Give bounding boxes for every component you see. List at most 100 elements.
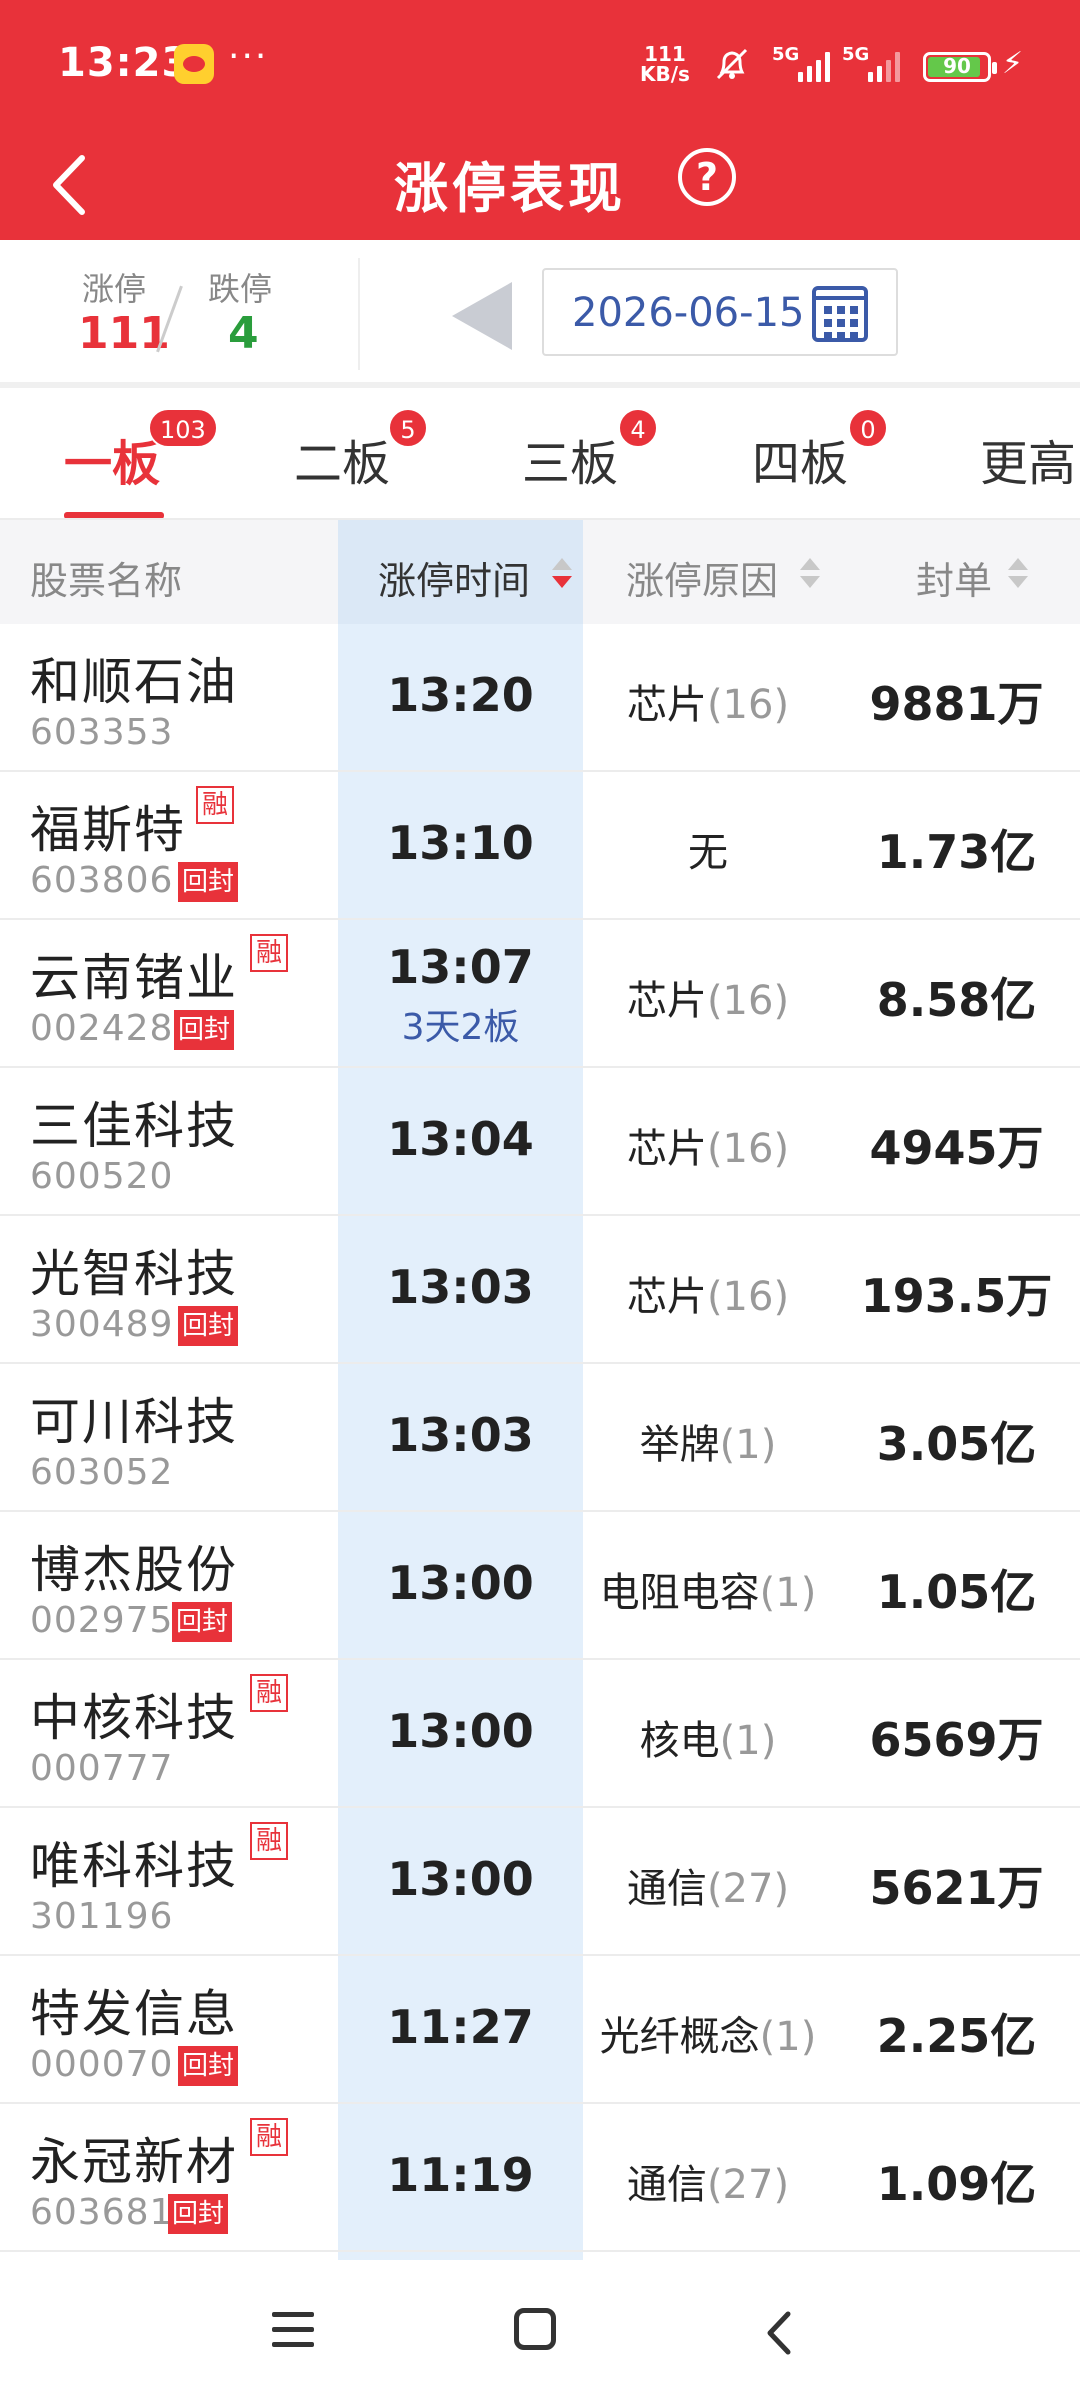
reseal-tag: 回封: [174, 1010, 235, 1050]
reason-count: (16): [706, 1126, 790, 1172]
reason-count: (16): [706, 1274, 790, 1320]
table-header: 股票名称 涨停时间 涨停原因 封单: [0, 520, 1080, 624]
reason-text: 芯片: [626, 682, 707, 728]
table-row[interactable]: 福斯特 融 603806 回封 13:10 无 1.73亿: [0, 772, 1080, 920]
top-bar: 13:23 ··· 111 KB/s 5G 5G 90 ⚡ 涨停表现 ?: [0, 0, 1080, 240]
margin-tag: 融: [250, 1674, 288, 1712]
margin-tag: 融: [250, 2118, 288, 2156]
tab-label: 四板: [752, 436, 849, 492]
limit-up-reason: 无: [583, 820, 833, 878]
limit-up-time: 11:19: [387, 2148, 534, 2202]
signal-5g-label-1: 5G: [772, 44, 800, 65]
table-row[interactable]: 特发信息 000070 回封 11:27 光纤概念(1) 2.25亿: [0, 1956, 1080, 2104]
tab-label: 三板: [522, 436, 619, 492]
table-row[interactable]: 三佳科技 600520 13:04 芯片(16) 4945万: [0, 1068, 1080, 1216]
col-header-seal[interactable]: 封单: [916, 550, 992, 605]
reason-count: (1): [759, 2014, 817, 2060]
signal-bars-2-icon: [868, 50, 900, 82]
stock-name: 光智科技: [30, 1245, 238, 1303]
help-icon[interactable]: ?: [678, 148, 736, 206]
stock-code: 300489: [30, 1304, 174, 1345]
tab-board-3[interactable]: 三板: [522, 424, 618, 494]
table-row[interactable]: 博杰股份 002975 回封 13:00 电阻电容(1) 1.05亿: [0, 1512, 1080, 1660]
reason-text: 通信: [626, 2162, 707, 2208]
reason-count: (16): [706, 978, 790, 1024]
stock-name: 中核科技: [30, 1689, 238, 1747]
tab-badge: 103: [148, 408, 218, 448]
table-row[interactable]: 中核科技 融 000777 13:00 核电(1) 6569万: [0, 1660, 1080, 1808]
limit-up-label: 涨停: [82, 270, 147, 308]
limit-up-reason: 通信(27): [583, 1856, 833, 1914]
stock-name: 特发信息: [30, 1985, 238, 2043]
reseal-tag: 回封: [172, 1602, 233, 1642]
tab-label: 一板: [64, 436, 161, 492]
stock-name: 可川科技: [30, 1393, 238, 1451]
limit-up-reason: 电阻电容(1): [583, 1560, 833, 1618]
stock-name: 云南锗业: [30, 949, 238, 1007]
limit-up-time: 13:04: [387, 1112, 534, 1166]
limit-up-time: 13:20: [387, 668, 534, 722]
col-header-reason[interactable]: 涨停原因: [626, 550, 778, 605]
home-icon[interactable]: [514, 2308, 556, 2350]
reason-text: 核电: [639, 1718, 720, 1764]
stock-code: 603052: [30, 1452, 174, 1493]
seal-amount: 3.05亿: [876, 1417, 1037, 1471]
weibo-notification-icon: [174, 44, 214, 84]
reason-text: 通信: [626, 1866, 707, 1912]
table-row[interactable]: 唯科科技 融 301196 13:00 通信(27) 5621万: [0, 1808, 1080, 1956]
stock-name: 博杰股份: [30, 1541, 238, 1599]
reason-text: 举牌: [639, 1422, 720, 1468]
table-row[interactable]: 可川科技 603052 13:03 举牌(1) 3.05亿: [0, 1364, 1080, 1512]
date-picker[interactable]: 2026-06-15: [542, 268, 898, 356]
battery-level: 90: [943, 54, 971, 78]
mute-icon: [716, 48, 748, 80]
reason-text: 芯片: [626, 978, 707, 1024]
table-row[interactable]: 永冠新材 融 603681 回封 11:19 通信(27) 1.09亿: [0, 2104, 1080, 2252]
previous-day-arrow-icon[interactable]: [452, 282, 512, 350]
recent-apps-icon[interactable]: [272, 2312, 314, 2348]
limit-up-time: 13:00: [387, 1852, 534, 1906]
limit-up-time: 13:03: [387, 1408, 534, 1462]
limit-up-time: 13:00: [387, 1704, 534, 1758]
margin-tag: 融: [250, 934, 288, 972]
tab-board-1[interactable]: 一板: [64, 424, 160, 494]
stock-code: 301196: [30, 1896, 174, 1937]
sort-desc-icon[interactable]: [552, 556, 572, 592]
stock-code: 000777: [30, 1748, 174, 1789]
signal-bars-1-icon: [798, 50, 830, 82]
app-header: 涨停表现 ?: [0, 130, 1080, 240]
seal-amount: 2.25亿: [876, 2009, 1037, 2063]
tab-badge: 0: [848, 408, 888, 448]
back-icon[interactable]: [760, 2308, 800, 2358]
reason-count: (16): [706, 682, 790, 728]
limit-up-reason: 举牌(1): [583, 1412, 833, 1470]
table-row[interactable]: 和顺石油 603353 13:20 芯片(16) 9881万: [0, 624, 1080, 772]
stock-code: 000070: [30, 2044, 174, 2085]
tab-board-2[interactable]: 二板: [294, 424, 390, 494]
table-row[interactable]: 云南锗业 融 002428 回封 13:07 3天2板 芯片(16) 8.58亿: [0, 920, 1080, 1068]
calendar-icon[interactable]: [812, 286, 868, 342]
tab-board-4[interactable]: 四板: [752, 424, 848, 494]
seal-amount: 5621万: [869, 1861, 1044, 1915]
stock-code: 600520: [30, 1156, 174, 1197]
seal-amount: 8.58亿: [876, 973, 1037, 1027]
sort-icon[interactable]: [1008, 556, 1028, 592]
sort-icon[interactable]: [800, 556, 820, 592]
seal-amount: 6569万: [869, 1713, 1044, 1767]
stock-name: 唯科科技: [30, 1837, 238, 1895]
network-speed-value: 111: [644, 42, 686, 66]
limit-up-reason: 核电(1): [583, 1708, 833, 1766]
limit-up-reason: 芯片(16): [583, 968, 833, 1026]
reason-text: 电阻电容: [599, 1570, 760, 1616]
tab-board-higher[interactable]: 更高: [980, 424, 1076, 494]
limit-up-time: 13:03: [387, 1260, 534, 1314]
stock-name: 福斯特: [30, 801, 186, 859]
reason-count: (1): [719, 1718, 777, 1764]
col-header-time[interactable]: 涨停时间: [378, 550, 530, 605]
limit-up-reason: 芯片(16): [583, 1264, 833, 1322]
table-row[interactable]: 光智科技 300489 回封 13:03 芯片(16) 193.5万: [0, 1216, 1080, 1364]
stock-name: 三佳科技: [30, 1097, 238, 1155]
reason-count: (27): [706, 1866, 790, 1912]
seal-amount: 4945万: [869, 1121, 1044, 1175]
summary-panel: 涨停 111 跌停 4 2026-06-15: [0, 240, 1080, 388]
